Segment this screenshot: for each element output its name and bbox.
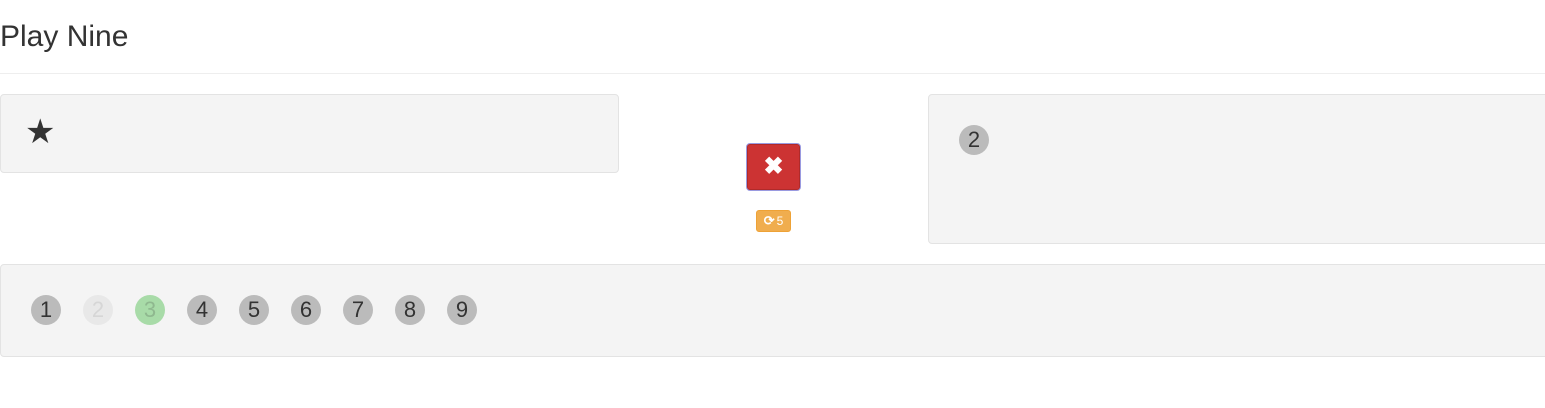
refresh-icon: ⟳ [763,213,775,228]
number-9[interactable]: 9 [447,295,477,325]
number-1[interactable]: 1 [31,295,61,325]
number-3[interactable]: 3 [135,295,165,325]
stars-frame: ★ [0,94,619,173]
star-icon: ★ [25,113,56,151]
number-2[interactable]: 2 [83,295,113,325]
title-divider [0,73,1545,74]
number-7[interactable]: 7 [343,295,373,325]
answer-frame: 2 [928,94,1545,244]
play-nine-app: Play Nine ★ ✖ ⟳ 5 2 1 2 3 4 5 6 7 8 9 [0,0,1545,408]
number-5[interactable]: 5 [239,295,269,325]
times-icon: ✖ [763,153,784,180]
check-answer-button[interactable]: ✖ [746,143,801,191]
number-4[interactable]: 4 [187,295,217,325]
answer-number[interactable]: 2 [959,125,989,155]
page-title: Play Nine [0,20,129,53]
numbers-frame: 1 2 3 4 5 6 7 8 9 [0,264,1545,357]
number-6[interactable]: 6 [291,295,321,325]
number-8[interactable]: 8 [395,295,425,325]
redraw-button[interactable]: ⟳ 5 [756,210,791,232]
redraw-count: 5 [776,214,784,228]
